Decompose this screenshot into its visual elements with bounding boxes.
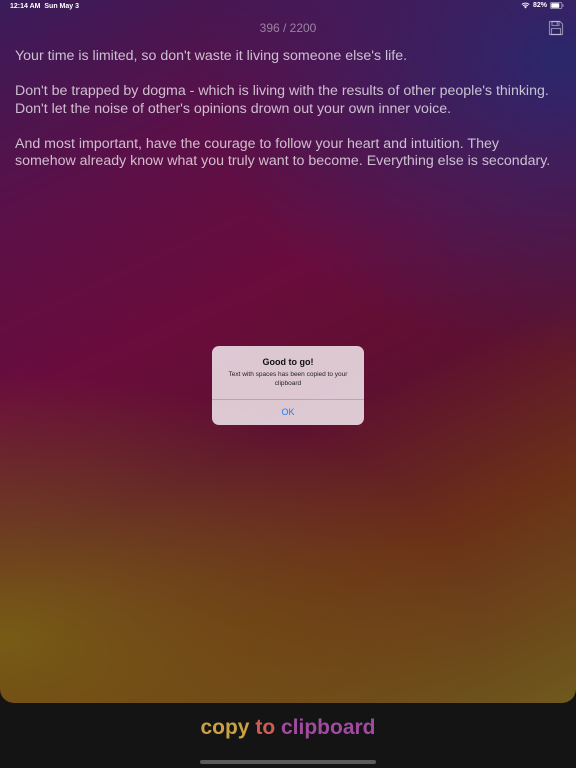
status-date: Sun May 3 bbox=[44, 3, 79, 10]
copy-word: copy bbox=[200, 716, 250, 739]
paragraph: And most important, have the courage to … bbox=[15, 135, 551, 170]
screen: 12:14 AM Sun May 3 82% 396 / 2200 Your t… bbox=[0, 0, 576, 768]
alert-title: Good to go! bbox=[262, 357, 314, 367]
battery-icon bbox=[550, 2, 564, 9]
copied-alert-dialog: Good to go! Text with spaces has been co… bbox=[212, 346, 364, 425]
text-editor[interactable]: Your time is limited, so don't waste it … bbox=[15, 48, 555, 188]
editor-panel: 12:14 AM Sun May 3 82% 396 / 2200 Your t… bbox=[0, 0, 576, 703]
to-word: to bbox=[255, 716, 276, 739]
clipboard-word: clipboard bbox=[281, 716, 376, 739]
alert-message: Text with spaces has been copied to your… bbox=[228, 371, 348, 387]
character-counter: 396 / 2200 bbox=[259, 21, 317, 35]
status-time: 12:14 AM Sun May 3 bbox=[10, 3, 79, 10]
copy-to-clipboard-button[interactable]: copy to clipboard bbox=[0, 716, 576, 740]
status-clock: 12:14 AM bbox=[10, 3, 41, 10]
home-indicator[interactable] bbox=[200, 760, 376, 764]
status-indicators: 82% bbox=[521, 2, 564, 9]
paragraph: Your time is limited, so don't waste it … bbox=[15, 48, 408, 64]
status-bar: 12:14 AM Sun May 3 82% bbox=[0, 0, 576, 14]
ok-button[interactable]: OK bbox=[212, 400, 364, 425]
battery-percent: 82% bbox=[532, 2, 547, 9]
wifi-icon bbox=[521, 2, 530, 9]
floppy-disk-icon[interactable] bbox=[548, 20, 564, 36]
paragraph: Don't be trapped by dogma - which is liv… bbox=[15, 83, 549, 117]
